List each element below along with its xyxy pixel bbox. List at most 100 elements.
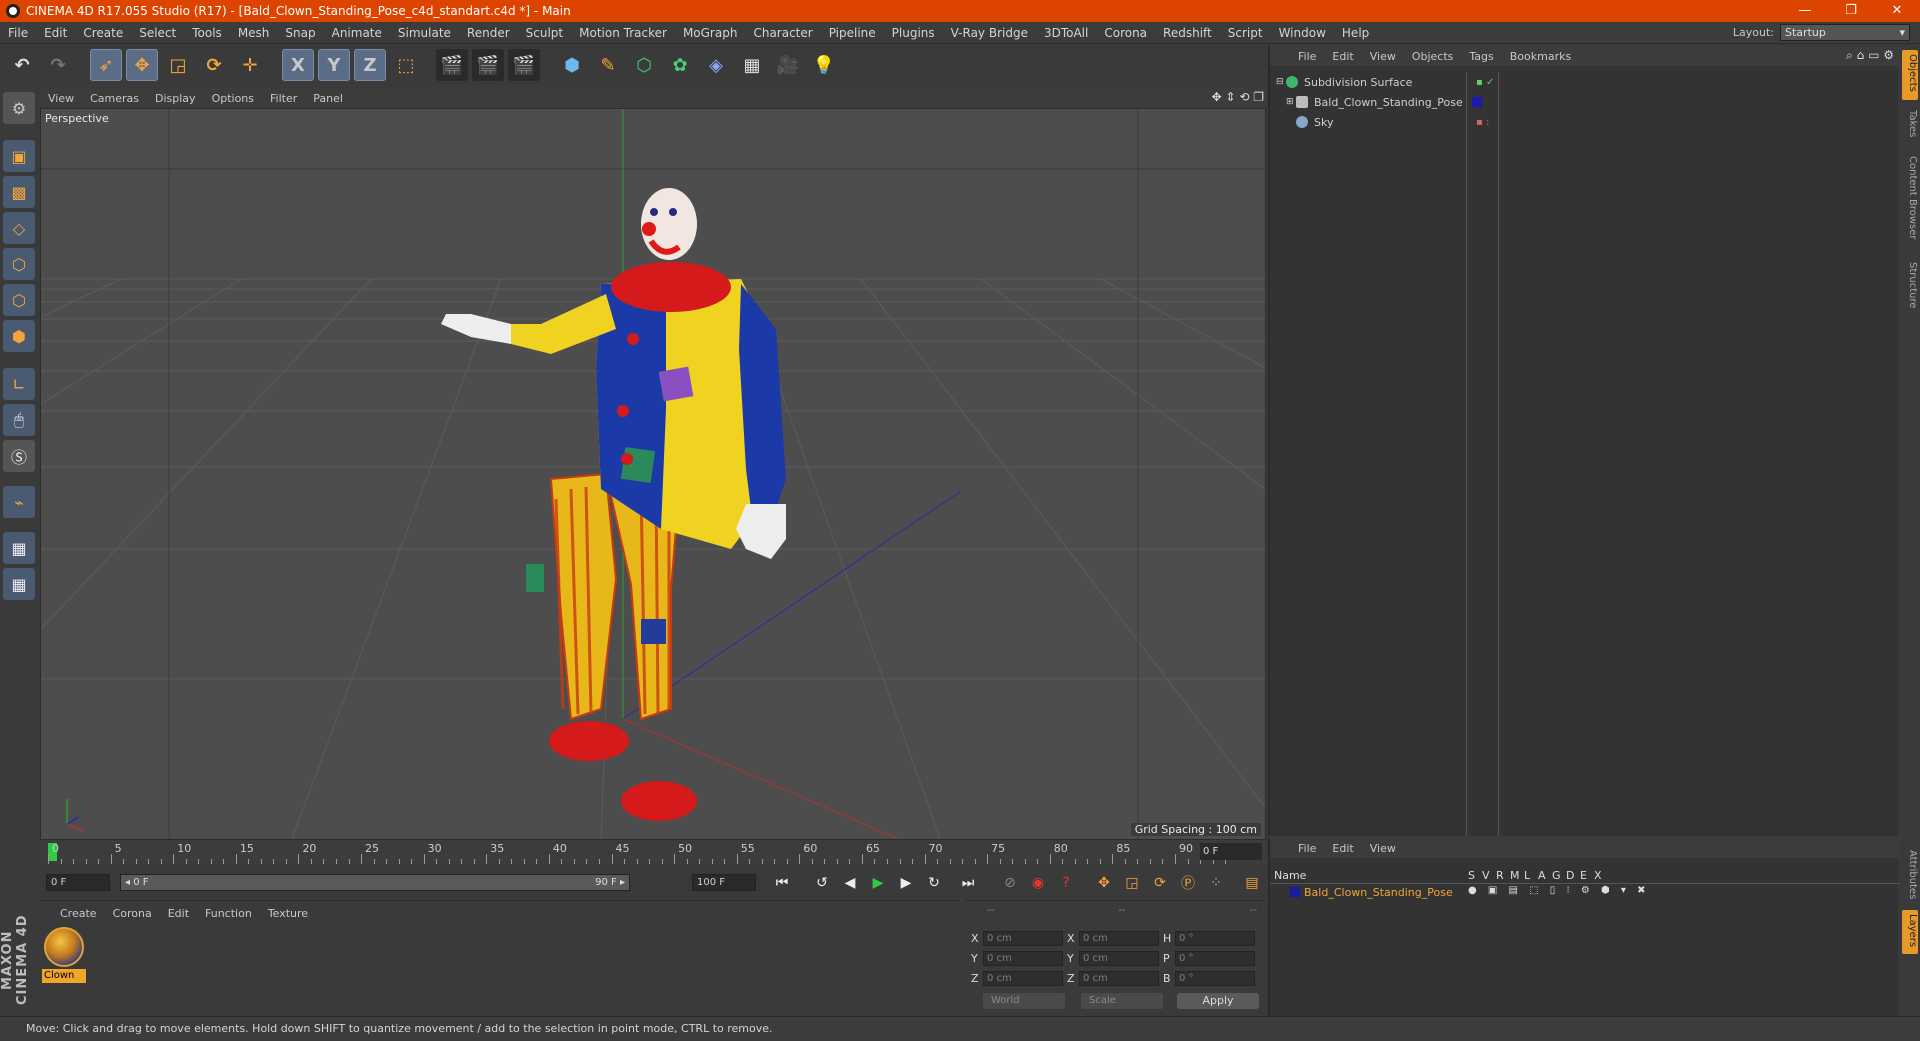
menu-help[interactable]: Help	[1334, 22, 1377, 44]
keyframe-selection-icon[interactable]: ?	[1054, 871, 1078, 895]
spline-pen-icon[interactable]: ✎	[592, 49, 624, 81]
pos-x-field[interactable]: 0 cm	[983, 930, 1063, 946]
3d-viewport[interactable]: Perspective Grid Spacing : 100 cm	[40, 108, 1266, 840]
menu-plugins[interactable]: Plugins	[884, 22, 943, 44]
menu-animate[interactable]: Animate	[324, 22, 390, 44]
menu-snap[interactable]: Snap	[277, 22, 323, 44]
size-mode-select[interactable]: Scale	[1081, 993, 1163, 1009]
points-mode-icon[interactable]: ⬡	[3, 248, 35, 280]
start-frame-field[interactable]: 0 F	[46, 874, 110, 891]
rotate-tool-icon[interactable]: ⟳	[198, 49, 230, 81]
tab-layers[interactable]: Layers	[1902, 910, 1918, 954]
menu-character[interactable]: Character	[745, 22, 820, 44]
texture-mode-icon[interactable]: ▩	[3, 176, 35, 208]
z-axis-lock-button[interactable]: Z	[354, 49, 386, 81]
viewport-menu-options[interactable]: Options	[204, 92, 262, 105]
objects-menu-objects[interactable]: Objects	[1404, 50, 1462, 63]
viewport-navigation-icons[interactable]: ✥ ⇕ ⟲ ❐	[1212, 90, 1264, 104]
apply-button[interactable]: Apply	[1177, 993, 1259, 1009]
expand-icon[interactable]: ⊞	[1286, 97, 1296, 107]
menu-sculpt[interactable]: Sculpt	[518, 22, 571, 44]
material-menu-create[interactable]: Create	[52, 907, 105, 920]
menu-redshift[interactable]: Redshift	[1155, 22, 1220, 44]
cube-primitive-icon[interactable]: ⬢	[556, 49, 588, 81]
objects-menu-file[interactable]: File	[1290, 50, 1324, 63]
next-frame-icon[interactable]: ▶	[894, 871, 918, 895]
layer-color-swatch[interactable]	[1472, 97, 1482, 107]
record-keys-icon[interactable]: ⊘	[998, 871, 1022, 895]
menu-mograph[interactable]: MoGraph	[675, 22, 746, 44]
viewport-menu-cameras[interactable]: Cameras	[82, 92, 147, 105]
polygons-mode-icon[interactable]: ⬢	[3, 320, 35, 352]
go-to-start-icon[interactable]: ⏮	[770, 871, 794, 895]
layers-menu-file[interactable]: File	[1290, 842, 1324, 855]
make-editable-icon[interactable]: ⚙	[3, 92, 35, 124]
menu-corona[interactable]: Corona	[1096, 22, 1155, 44]
key-pla-icon[interactable]: ⁘	[1204, 871, 1228, 895]
rot-b-field[interactable]: 0 °	[1175, 970, 1255, 986]
undo-icon[interactable]: ↶	[6, 49, 38, 81]
objects-menu-bookmarks[interactable]: Bookmarks	[1502, 50, 1579, 63]
model-mode-icon[interactable]: ▣	[3, 140, 35, 172]
size-x-field[interactable]: 0 cm	[1079, 930, 1159, 946]
workplane-mode-icon[interactable]: ◇	[3, 212, 35, 244]
menu-render[interactable]: Render	[459, 22, 518, 44]
visibility-check-icon[interactable]: ▪ ✓	[1476, 77, 1494, 88]
objects-menu-tags[interactable]: Tags	[1461, 50, 1501, 63]
scale-tool-icon[interactable]: ◲	[162, 49, 194, 81]
render-region-icon[interactable]: 🎬	[472, 49, 504, 81]
tab-structure[interactable]: Structure	[1902, 258, 1918, 318]
frame-ruler[interactable]: 0 5 10 15 20 25 30 35 40 45 50 55 60 65 70 75 80 85 90	[48, 840, 1227, 864]
subdivision-surface-icon[interactable]: ⬡	[628, 49, 660, 81]
close-button[interactable]: ✕	[1874, 0, 1920, 22]
material-label[interactable]: Clown	[42, 969, 86, 983]
planar-workplane-icon[interactable]: ▦	[3, 568, 35, 600]
pos-y-field[interactable]: 0 cm	[983, 950, 1063, 966]
coordinate-system-icon[interactable]: ⬚	[390, 49, 422, 81]
current-frame-field[interactable]: 0 F	[1200, 843, 1262, 860]
deformer-icon[interactable]: ◈	[700, 49, 732, 81]
objects-menu-edit[interactable]: Edit	[1324, 50, 1361, 63]
material-menu-corona[interactable]: Corona	[105, 907, 160, 920]
play-icon[interactable]: ▶	[866, 871, 890, 895]
rot-p-field[interactable]: 0 °	[1175, 950, 1255, 966]
objects-menu-view[interactable]: View	[1362, 50, 1404, 63]
material-thumbnail[interactable]	[44, 927, 84, 967]
object-name[interactable]: Subdivision Surface	[1304, 76, 1412, 89]
menu-pipeline[interactable]: Pipeline	[821, 22, 884, 44]
rot-h-field[interactable]: 0 °	[1175, 930, 1255, 946]
go-to-end-icon[interactable]: ⏭	[956, 871, 980, 895]
magnet-icon[interactable]: ⌁	[3, 486, 35, 518]
menu-simulate[interactable]: Simulate	[390, 22, 459, 44]
previous-key-icon[interactable]: ↺	[810, 871, 834, 895]
layers-menu-view[interactable]: View	[1362, 842, 1404, 855]
layer-name[interactable]: Bald_Clown_Standing_Pose	[1304, 886, 1453, 899]
menu-select[interactable]: Select	[131, 22, 184, 44]
menu-mesh[interactable]: Mesh	[230, 22, 278, 44]
tag-icon[interactable]: ▪ :	[1476, 117, 1489, 128]
tab-attributes[interactable]: Attributes	[1902, 846, 1918, 906]
timeline-ruler[interactable]: 0 5 10 15 20 25 30 35 40 45 50 55 60 65 70 75 80 85 90 0 F	[40, 840, 1266, 864]
object-name[interactable]: Sky	[1314, 116, 1333, 129]
object-row-clown[interactable]: ⊞ Bald_Clown_Standing_Pose	[1270, 92, 1900, 112]
redo-icon[interactable]: ↷	[42, 49, 74, 81]
lock-workplane-icon[interactable]: ▦	[3, 532, 35, 564]
layers-menu-edit[interactable]: Edit	[1324, 842, 1361, 855]
floor-icon[interactable]: ▦	[736, 49, 768, 81]
menu-file[interactable]: File	[0, 22, 36, 44]
object-row-sky[interactable]: Sky ▪ :	[1270, 112, 1900, 132]
viewport-menu-display[interactable]: Display	[147, 92, 204, 105]
tab-content-browser[interactable]: Content Browser	[1902, 152, 1918, 252]
tab-objects[interactable]: Objects	[1902, 50, 1918, 100]
preview-range-slider[interactable]: ◂ 0 F 90 F ▸	[120, 874, 630, 891]
tab-takes[interactable]: Takes	[1902, 106, 1918, 146]
live-selection-icon[interactable]: ➶	[90, 49, 122, 81]
next-key-icon[interactable]: ↻	[922, 871, 946, 895]
key-scale-icon[interactable]: ◲	[1120, 871, 1144, 895]
material-menu-function[interactable]: Function	[197, 907, 260, 920]
snapping-icon[interactable]: Ⓢ	[3, 440, 35, 472]
axis-mode-icon[interactable]: ∟	[3, 368, 35, 400]
collapse-icon[interactable]: ⊟	[1276, 77, 1286, 87]
render-view-icon[interactable]: 🎬	[436, 49, 468, 81]
minimize-button[interactable]: —	[1782, 0, 1828, 22]
